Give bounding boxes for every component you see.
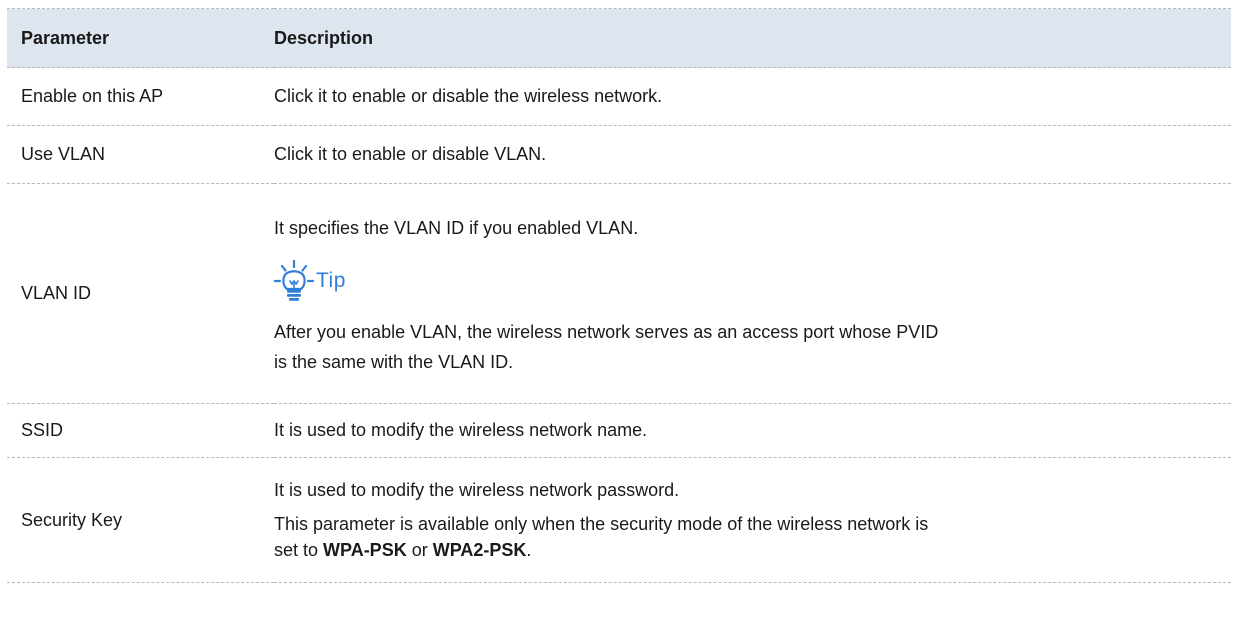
vlan-id-description: It specifies the VLAN ID if you enabled … [274,217,639,238]
lightbulb-icon [274,259,314,301]
table-row: SSID It is used to modify the wireless n… [7,403,1231,458]
desc-cell: It specifies the VLAN ID if you enabled … [274,183,1231,404]
security-desc-line: This parameter is available only when th… [274,514,929,534]
desc-cell: Click it to enable or disable VLAN. [274,125,1231,184]
parameter-table: Parameter Description Enable on this AP … [7,8,1231,583]
table-row: Security Key It is used to modify the wi… [7,457,1231,583]
param-cell: Use VLAN [7,125,274,184]
desc-cell: It is used to modify the wireless networ… [274,403,1231,458]
header-description: Description [274,8,1231,68]
text-run: set to [274,540,324,560]
mode-wpa2-psk: WPA2-PSK [432,540,527,560]
desc-cell: Click it to enable or disable the wirele… [274,67,1231,126]
table-row: Use VLAN Click it to enable or disable V… [7,125,1231,184]
param-cell: Enable on this AP [7,67,274,126]
param-cell: SSID [7,403,274,458]
table-row: VLAN ID It specifies the VLAN ID if you … [7,183,1231,404]
mode-wpa-psk: WPA-PSK [323,540,407,560]
tip-text-line: is the same with the VLAN ID. [274,351,514,372]
param-cell: VLAN ID [7,183,274,404]
desc-cell: It is used to modify the wireless networ… [274,457,1231,583]
table-row: Enable on this AP Click it to enable or … [7,67,1231,126]
security-desc-line: It is used to modify the wireless networ… [274,480,680,500]
tip-callout: Tip [274,259,1211,303]
table-header-row: Parameter Description [7,8,1231,68]
header-parameter: Parameter [7,8,274,68]
tip-text-line: After you enable VLAN, the wireless netw… [274,321,939,342]
text-run: . [526,540,532,560]
param-cell: Security Key [7,457,274,583]
tip-label: Tip [316,268,346,292]
text-run: or [406,540,433,560]
security-desc-line: set to WPA-PSK or WPA2-PSK. [274,537,1211,563]
